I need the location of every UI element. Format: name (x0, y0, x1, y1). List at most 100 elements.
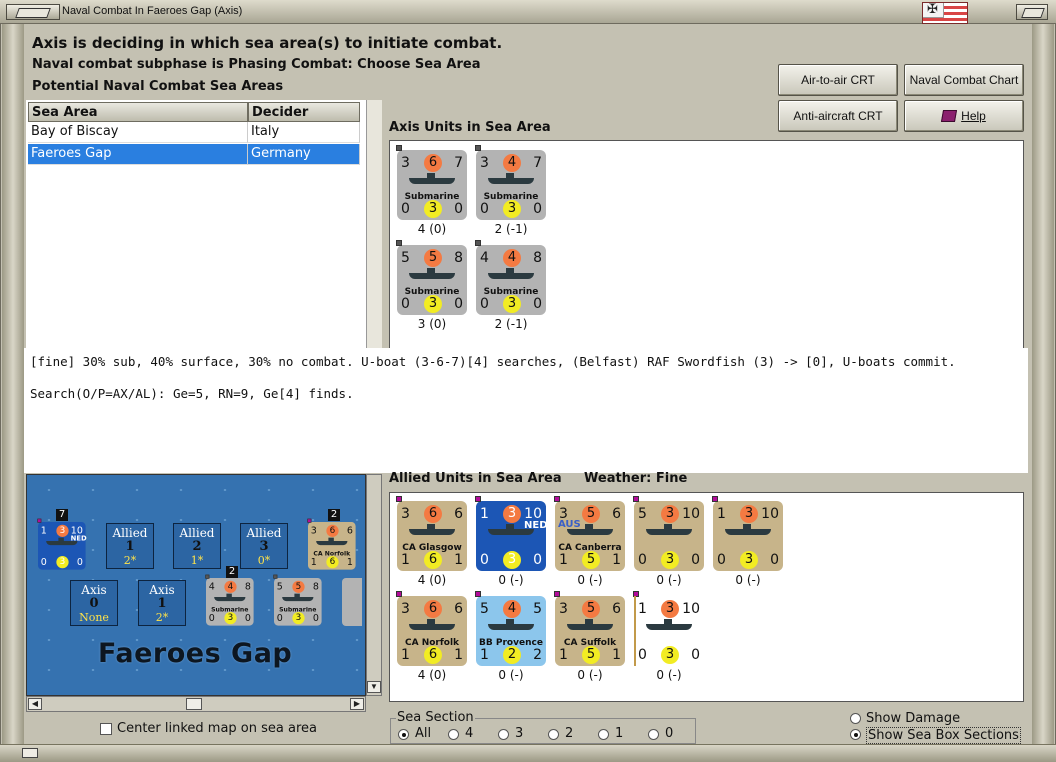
status-marker-icon (37, 518, 42, 523)
sea-section-radio-1[interactable] (598, 729, 609, 740)
scroll-left-icon[interactable]: ◀ (28, 698, 42, 710)
title-bar[interactable]: Naval Combat In Faeroes Gap (Axis) (0, 0, 1056, 24)
attack-factor: 3 (401, 155, 410, 171)
ship-silhouette-icon (646, 524, 692, 535)
map-vertical-scrollbar[interactable]: ▼ (366, 474, 382, 696)
sea-box-number: 1 (157, 596, 167, 611)
speed-factor: 6 (346, 525, 353, 537)
bottom-border (0, 744, 1056, 762)
allied-unit-counter[interactable]: 5 4 5 1 2 2 BB Provence (475, 591, 546, 666)
cost-circle: 3 (503, 200, 521, 218)
allied-sea-box[interactable]: Allied 3 0* (240, 523, 288, 569)
map-submarine-counter[interactable]: 4 4 8 0 3 0 Submarine (205, 574, 254, 626)
air-to-air-crt-button[interactable]: Air-to-air CRT (778, 64, 898, 96)
allied-unit-counter[interactable]: 3 5 6 1 5 1 CA Canberra AUS (554, 496, 625, 571)
unit-strength-tag: 0 (-) (498, 573, 524, 587)
aa-factor: 0 (480, 296, 489, 312)
allied-units-label: Allied Units in Sea Area (389, 471, 562, 486)
axis-unit-counter[interactable]: 3 4 7 0 3 0 Submarine (475, 145, 546, 220)
axis-unit-counter[interactable]: 3 6 7 0 3 0 Submarine (396, 145, 467, 220)
column-header-sea-area[interactable]: Sea Area (28, 102, 248, 122)
range-circle: 3 (503, 505, 521, 523)
sea-section-option-label: All (415, 726, 432, 741)
anti-aircraft-crt-button[interactable]: Anti-aircraft CRT (778, 100, 898, 132)
show-sections-radio[interactable] (850, 729, 861, 740)
allied-unit-counter[interactable]: 3 6 6 1 6 1 CA Glasgow (396, 496, 467, 571)
scroll-right-icon[interactable]: ▶ (350, 698, 364, 710)
system-menu-icon[interactable] (6, 4, 60, 20)
table-row-area[interactable]: Bay of Biscay (28, 122, 248, 143)
sea-box-label: Axis (81, 583, 107, 597)
naval-combat-chart-button[interactable]: Naval Combat Chart (904, 64, 1024, 96)
range-circle: 3 (740, 505, 758, 523)
defense-factor: 1 (454, 552, 463, 568)
status-marker-icon (396, 591, 402, 597)
speed-factor: 8 (244, 581, 251, 593)
weather-label: Weather: Fine (584, 471, 688, 486)
show-damage-radio[interactable] (850, 713, 861, 724)
allied-unit-counter[interactable]: 1 3 10 0 3 0 (712, 496, 783, 571)
range-circle: 5 (582, 600, 600, 618)
sea-section-radio-2[interactable] (548, 729, 559, 740)
unit-strength-tag: 4 (0) (417, 668, 447, 682)
speed-factor: 8 (533, 250, 542, 266)
cost-circle: 3 (661, 551, 679, 569)
map-partial-counter[interactable] (342, 578, 362, 626)
axis-unit-counter[interactable]: 4 4 8 0 3 0 Submarine (475, 240, 546, 315)
unit-strength-tag: 3 (0) (417, 317, 447, 331)
axis-sea-box[interactable]: Axis 1 2* (138, 580, 186, 626)
column-header-decider[interactable]: Decider (248, 102, 360, 122)
defense-factor: 0 (691, 647, 700, 663)
aa-factor: 1 (480, 647, 489, 663)
defense-factor: 1 (346, 556, 353, 568)
sea-areas-title: Potential Naval Combat Sea Areas (32, 79, 284, 94)
map-submarine-counter[interactable]: 5 5 8 0 3 0 Submarine (273, 574, 322, 626)
attack-factor: 5 (401, 250, 410, 266)
table-row-decider-selected[interactable]: Germany (248, 144, 360, 165)
allied-sea-box[interactable]: Allied 2 1* (173, 523, 221, 569)
range-circle: 6 (326, 524, 339, 537)
defense-factor: 0 (533, 296, 542, 312)
map-ned-counter[interactable]: 1 3 10 0 3 0 NED (37, 518, 87, 570)
table-row-area-selected[interactable]: Faeroes Gap (28, 144, 248, 165)
table-scrollbar[interactable] (366, 100, 382, 350)
sea-section-radio-0[interactable] (648, 729, 659, 740)
center-map-checkbox[interactable] (100, 723, 112, 735)
sea-box-number: 1 (125, 539, 135, 554)
allied-sea-box[interactable]: Allied 1 2* (106, 523, 154, 569)
allied-unit-counter[interactable]: 3 6 6 1 6 1 CA Norfolk (396, 591, 467, 666)
close-icon[interactable] (1016, 4, 1048, 20)
attack-factor: 5 (638, 506, 647, 522)
cost-circle: 6 (424, 551, 442, 569)
sea-section-radio-3[interactable] (498, 729, 509, 740)
allied-unit-counter[interactable]: 5 3 10 0 3 0 (633, 496, 704, 571)
allied-unit-counter[interactable]: 1 3 10 0 3 0 NED (475, 496, 548, 571)
axis-unit-counter[interactable]: 5 5 8 0 3 0 Submarine (396, 240, 467, 315)
ship-silhouette-icon (282, 593, 314, 602)
sea-section-radio-all[interactable] (398, 729, 409, 740)
aa-factor: 0 (40, 556, 47, 568)
cost-circle: 3 (224, 612, 237, 625)
sea-section-radio-4[interactable] (448, 729, 459, 740)
help-button[interactable]: Help (904, 100, 1024, 132)
allied-unit-counter[interactable]: 3 5 6 1 5 1 CA Suffolk (554, 591, 625, 666)
table-row-decider[interactable]: Italy (248, 122, 360, 143)
range-circle: 3 (661, 505, 679, 523)
aa-factor: 1 (401, 552, 410, 568)
cost-circle: 3 (292, 612, 305, 625)
stack-indicator (634, 596, 636, 666)
sea-box-label: Allied (179, 526, 215, 540)
cost-circle: 2 (503, 646, 521, 664)
allied-unit-counter[interactable]: 1 3 10 0 3 0 (633, 591, 704, 666)
map-scroll-thumb[interactable] (186, 698, 202, 710)
book-icon (941, 110, 958, 122)
range-circle: 4 (503, 600, 521, 618)
map-norfolk-counter[interactable]: 3 6 6 1 6 1 CA Norfolk (307, 518, 356, 570)
axis-sea-box[interactable]: Axis 0 None (70, 580, 118, 626)
defense-factor: 0 (76, 556, 83, 568)
aa-factor: 0 (401, 296, 410, 312)
defense-factor: 0 (454, 201, 463, 217)
resize-grip-icon[interactable] (22, 748, 38, 758)
subphase-text: Naval combat subphase is Phasing Combat:… (32, 57, 481, 72)
scroll-down-icon[interactable]: ▼ (367, 681, 381, 693)
